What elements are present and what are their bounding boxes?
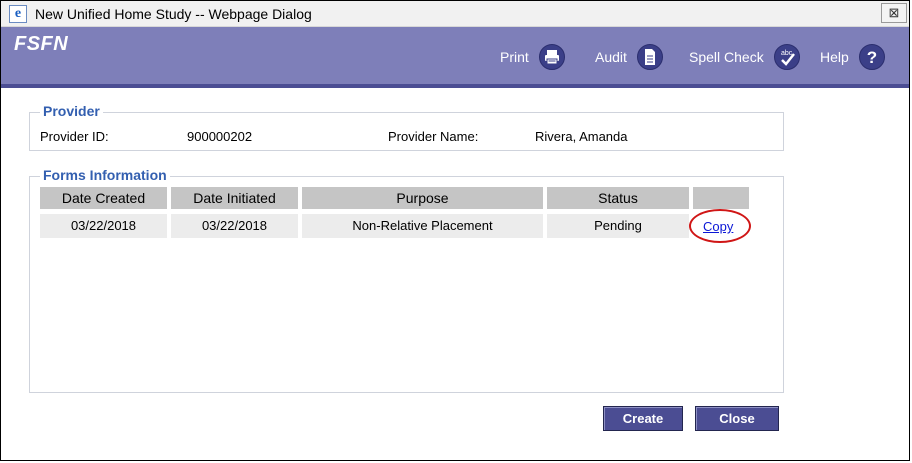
window-title: New Unified Home Study -- Webpage Dialog — [35, 6, 312, 22]
help-icon: ? — [858, 44, 885, 70]
window-title-bar: e New Unified Home Study -- Webpage Dial… — [1, 1, 909, 27]
audit-label: Audit — [595, 49, 627, 65]
internet-explorer-icon: e — [9, 5, 27, 23]
provider-name-label: Provider Name: — [388, 129, 479, 144]
column-header-date-initiated: Date Initiated — [171, 187, 298, 209]
spell-check-label: Spell Check — [689, 49, 764, 65]
close-button-label: Close — [719, 411, 755, 426]
column-header-date-created: Date Created — [40, 187, 167, 209]
brand-logo: FSFN — [14, 33, 69, 55]
print-label: Print — [500, 49, 529, 65]
cell-date-initiated: 03/22/2018 — [171, 214, 298, 238]
spell-check-button[interactable]: Spell Check abc — [689, 44, 800, 70]
provider-name-value: Rivera, Amanda — [535, 129, 628, 144]
close-button[interactable]: Close — [695, 406, 779, 431]
create-button-label: Create — [622, 411, 664, 426]
create-button[interactable]: Create — [603, 406, 683, 431]
column-header-status: Status — [547, 187, 689, 209]
cell-status: Pending — [547, 214, 689, 238]
column-header-purpose: Purpose — [302, 187, 543, 209]
spell-check-icon: abc — [773, 44, 800, 70]
provider-id-value: 900000202 — [187, 129, 253, 144]
svg-text:?: ? — [866, 48, 876, 67]
cell-purpose: Non-Relative Placement — [302, 214, 543, 238]
provider-id-label: Provider ID: — [40, 129, 109, 144]
help-button[interactable]: Help ? — [820, 44, 885, 70]
forms-legend: Forms Information — [40, 167, 170, 183]
window-close-button[interactable]: ⊠ — [881, 3, 907, 23]
copy-highlight-circle — [689, 209, 751, 243]
provider-legend: Provider — [40, 103, 103, 119]
print-button[interactable]: Print — [500, 44, 565, 70]
cell-date-created: 03/22/2018 — [40, 214, 167, 238]
audit-button[interactable]: Audit — [595, 44, 663, 70]
printer-icon — [538, 44, 565, 70]
help-label: Help — [820, 49, 849, 65]
document-icon — [636, 44, 663, 70]
column-header-action — [693, 187, 749, 209]
app-header: FSFN Print Audit Spell Check abc Help ? — [1, 27, 909, 88]
